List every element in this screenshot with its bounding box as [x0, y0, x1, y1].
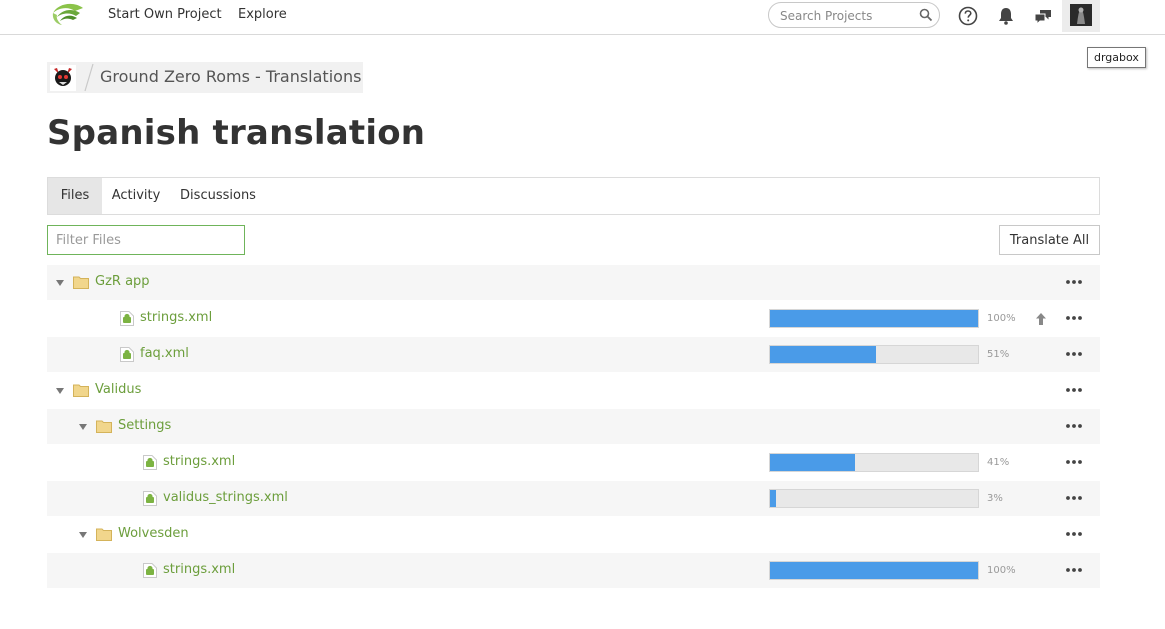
project-title-link[interactable]: Ground Zero Roms - Translations [100, 67, 361, 86]
search-icon[interactable] [919, 8, 933, 22]
android-file-icon [143, 491, 157, 506]
progress-percent: 41% [987, 457, 1010, 468]
translation-progress-bar [769, 345, 979, 364]
more-options-icon[interactable] [1065, 311, 1083, 325]
caret-down-icon[interactable] [55, 278, 65, 288]
file-row: strings.xml 100% [47, 301, 1100, 336]
more-options-icon[interactable] [1065, 455, 1083, 469]
user-menu[interactable] [1062, 0, 1100, 32]
more-options-icon[interactable] [1065, 347, 1083, 361]
tab-discussions[interactable]: Discussions [174, 178, 262, 214]
tabs-bar: Files Activity Discussions [47, 177, 1100, 215]
folder-icon [73, 276, 89, 289]
folder-row: Wolvesden [47, 517, 1100, 552]
messages-icon[interactable] [1032, 5, 1054, 27]
folder-icon [96, 528, 112, 541]
progress-percent: 100% [987, 313, 1016, 324]
folder-row: Settings [47, 409, 1100, 444]
more-options-icon[interactable] [1065, 383, 1083, 397]
android-file-icon [143, 455, 157, 470]
more-options-icon[interactable] [1065, 491, 1083, 505]
android-file-icon [120, 347, 134, 362]
progress-fill [770, 490, 777, 507]
breadcrumb: Ground Zero Roms - Translations [47, 62, 363, 93]
filter-files-input[interactable] [47, 225, 245, 255]
upload-arrow-icon[interactable] [1035, 312, 1047, 326]
page-title: Spanish translation [47, 113, 426, 153]
caret-down-icon[interactable] [78, 530, 88, 540]
progress-fill [770, 310, 978, 327]
tab-files[interactable]: Files [48, 178, 102, 214]
folder-name-link[interactable]: GzR app [95, 274, 150, 289]
translation-progress-bar [769, 453, 979, 472]
start-own-project-link[interactable]: Start Own Project [108, 7, 222, 22]
more-options-icon[interactable] [1065, 527, 1083, 541]
folder-icon [96, 420, 112, 433]
more-options-icon[interactable] [1065, 275, 1083, 289]
more-options-icon[interactable] [1065, 419, 1083, 433]
caret-down-icon[interactable] [55, 386, 65, 396]
translation-progress-bar [769, 561, 979, 580]
folder-name-link[interactable]: Validus [95, 382, 141, 397]
progress-fill [770, 454, 856, 471]
translate-all-button[interactable]: Translate All [999, 225, 1100, 255]
progress-percent: 51% [987, 349, 1010, 360]
file-row: validus_strings.xml 3% [47, 481, 1100, 516]
translation-progress-bar [769, 489, 979, 508]
translation-progress-bar [769, 309, 979, 328]
progress-fill [770, 562, 978, 579]
file-name-link[interactable]: strings.xml [140, 310, 212, 325]
help-icon[interactable] [957, 5, 979, 27]
progress-fill [770, 346, 877, 363]
file-name-link[interactable]: strings.xml [163, 562, 235, 577]
android-file-icon [120, 311, 134, 326]
avatar-image-icon [1070, 4, 1092, 26]
file-name-link[interactable]: validus_strings.xml [163, 490, 288, 505]
tab-activity[interactable]: Activity [104, 178, 168, 214]
top-navbar: Start Own Project Explore [0, 0, 1165, 35]
android-file-icon [143, 563, 157, 578]
file-name-link[interactable]: faq.xml [140, 346, 189, 361]
file-name-link[interactable]: strings.xml [163, 454, 235, 469]
user-tooltip: drgabox [1087, 47, 1146, 68]
folder-row: Validus [47, 373, 1100, 408]
search-input[interactable] [780, 7, 915, 24]
breadcrumb-separator-icon [84, 63, 94, 92]
progress-percent: 100% [987, 565, 1016, 576]
file-row: faq.xml 51% [47, 337, 1100, 372]
search-box [768, 2, 940, 28]
notifications-bell-icon[interactable] [995, 5, 1017, 27]
folder-row: GzR app [47, 265, 1100, 300]
more-options-icon[interactable] [1065, 563, 1083, 577]
folder-icon [73, 384, 89, 397]
explore-link[interactable]: Explore [238, 7, 287, 22]
caret-down-icon[interactable] [78, 422, 88, 432]
crowdin-logo-icon[interactable] [50, 3, 84, 27]
user-avatar[interactable] [1070, 4, 1092, 26]
folder-name-link[interactable]: Settings [118, 418, 171, 433]
project-avatar-icon[interactable] [50, 65, 76, 91]
progress-percent: 3% [987, 493, 1003, 504]
file-row: strings.xml 41% [47, 445, 1100, 480]
file-row: strings.xml 100% [47, 553, 1100, 588]
folder-name-link[interactable]: Wolvesden [118, 526, 189, 541]
